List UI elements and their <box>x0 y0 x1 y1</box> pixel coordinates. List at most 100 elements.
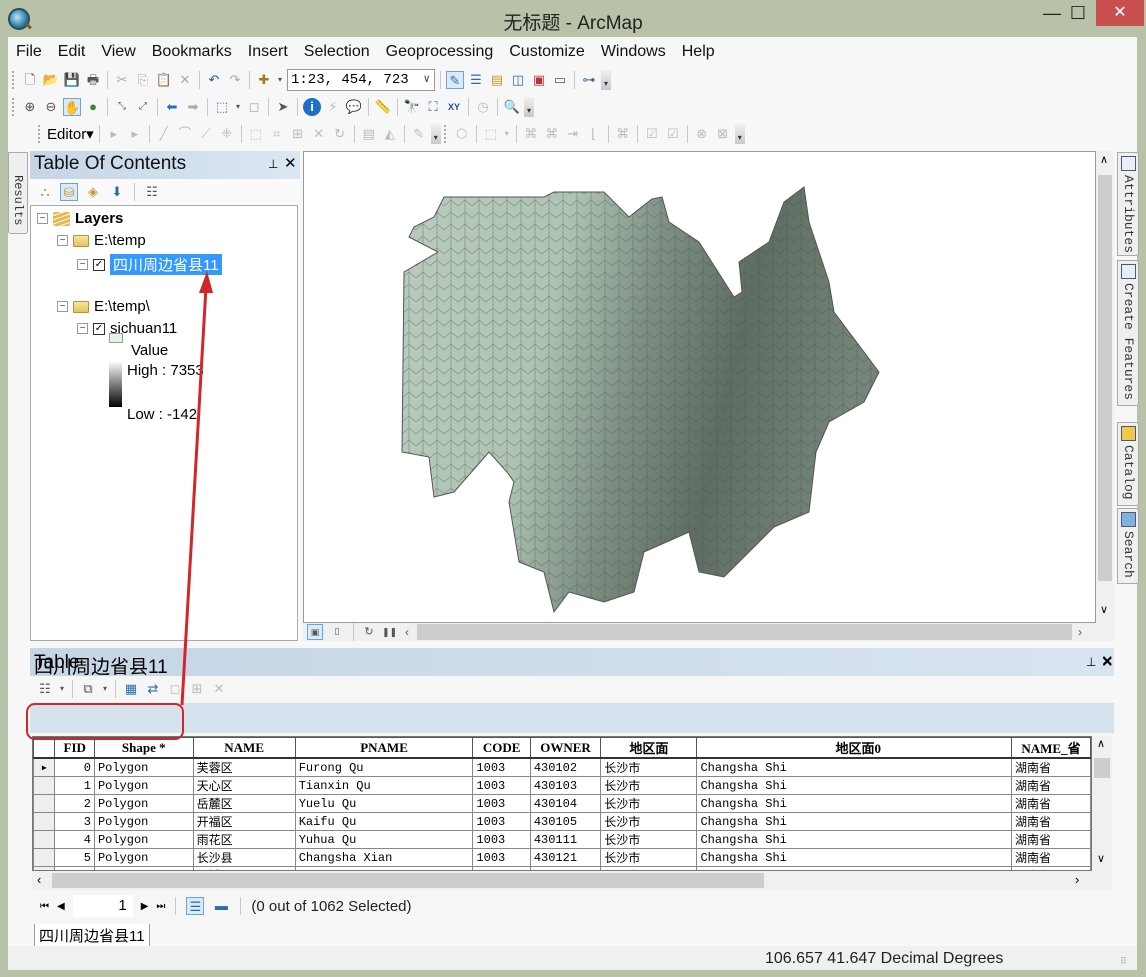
table-cell[interactable]: 雨花区 <box>192 830 296 849</box>
redo-icon[interactable]: ↷ <box>226 71 244 89</box>
table-tab-close-icon[interactable]: ✕ <box>1101 653 1114 671</box>
straight-segment-icon[interactable]: ╱ <box>155 125 173 143</box>
pin-icon[interactable]: ⊥ <box>1086 655 1096 669</box>
column-header[interactable]: Shape * <box>93 737 194 759</box>
row-selector[interactable] <box>33 830 56 849</box>
list-by-visibility-icon[interactable]: ◈ <box>84 183 102 201</box>
table-cell[interactable]: 430103 <box>529 776 602 795</box>
table-cell[interactable]: 长沙市 <box>600 757 698 777</box>
table-cell[interactable]: 430102 <box>529 757 602 777</box>
go-to-xy-icon[interactable]: XY <box>445 98 463 116</box>
menu-selection[interactable]: Selection <box>296 40 378 66</box>
create-features-dock-tab[interactable]: Create Features <box>1117 260 1139 406</box>
scroll-thumb[interactable] <box>52 873 764 888</box>
attributes-icon[interactable]: ▤ <box>360 125 378 143</box>
validate-extent-icon[interactable]: ☑ <box>664 125 682 143</box>
save-icon[interactable]: 💾 <box>63 71 81 89</box>
table-cell[interactable]: 湖南省 <box>1010 848 1091 867</box>
fixed-zoom-in-icon[interactable]: ⤡ <box>113 98 131 116</box>
toc-options-icon[interactable]: ☷ <box>143 183 161 201</box>
attributes-dock-tab[interactable]: Attributes <box>1117 152 1139 256</box>
reshape-icon[interactable]: ⌗ <box>268 125 286 143</box>
table-cell[interactable]: Changsha Shi <box>696 812 1012 831</box>
table-cell[interactable]: Changsha Shi <box>696 830 1012 849</box>
table-cell[interactable]: Changsha Shi <box>696 794 1012 813</box>
rotate-icon[interactable]: ↻ <box>331 125 349 143</box>
row-selector[interactable] <box>33 794 56 813</box>
table-cell[interactable]: Polygon <box>93 812 194 831</box>
row-selector[interactable] <box>33 812 56 831</box>
refresh-icon[interactable]: ↻ <box>362 623 376 641</box>
collapse-icon[interactable]: − <box>77 323 88 334</box>
table-row[interactable]: 5 Polygon 长沙县 Changsha Xian 1003 430121 长沙市 Cha… <box>33 848 1091 867</box>
edit-tool-icon[interactable]: ▸ <box>105 125 123 143</box>
pan-hand-icon[interactable]: ✋ <box>63 98 81 116</box>
tree-node-layer[interactable]: − ✓ sichuan11 <box>77 320 177 337</box>
time-slider-icon[interactable]: ◷ <box>474 98 492 116</box>
html-popup-icon[interactable]: 💬 <box>345 98 363 116</box>
catalog-window-icon[interactable]: ▤ <box>488 71 506 89</box>
table-cell[interactable]: 天心区 <box>192 776 296 795</box>
toolbar-options-icon[interactable]: ▾ <box>601 70 611 90</box>
show-all-records-icon[interactable]: ☰ <box>186 897 205 915</box>
scroll-right-icon[interactable]: › <box>1075 623 1085 641</box>
table-cell[interactable]: 0 <box>54 757 95 777</box>
map-scale-combobox[interactable]: 1:23, 454, 723 ∨ <box>287 69 435 91</box>
table-cell[interactable]: 1 <box>54 776 95 795</box>
end-point-arc-icon[interactable]: ⌒ <box>176 125 194 143</box>
add-data-dropdown-icon[interactable]: ▾ <box>276 71 284 89</box>
python-window-icon[interactable]: ▭ <box>551 71 569 89</box>
next-record-icon[interactable]: ▶ <box>141 901 149 912</box>
table-row[interactable]: 1 Polygon 天心区 Tianxin Qu 1003 430103 长沙市 Changs… <box>33 776 1091 795</box>
zoom-out-icon[interactable]: ⊖ <box>42 98 60 116</box>
table-of-contents-icon[interactable]: ☰ <box>467 71 485 89</box>
edit-vertices-icon[interactable]: ⬚ <box>247 125 265 143</box>
resize-grip-icon[interactable]: ⠿ <box>1120 956 1127 967</box>
table-cell[interactable]: 430104 <box>529 794 602 813</box>
table-cell[interactable]: Changsha Shi <box>696 776 1012 795</box>
scroll-thumb[interactable] <box>1098 175 1112 581</box>
paste-icon[interactable]: 📋 <box>155 71 173 89</box>
table-cell[interactable]: 长沙市 <box>600 848 698 867</box>
split-icon[interactable]: ✕ <box>310 125 328 143</box>
delete-icon[interactable]: ✕ <box>176 71 194 89</box>
table-cell[interactable]: 芙蓉区 <box>192 757 296 777</box>
reshape-edge-icon[interactable]: ⌊ <box>585 125 603 143</box>
chevron-down-icon[interactable]: ∨ <box>423 70 430 90</box>
tree-node-folder[interactable]: − E:\temp\ <box>57 298 150 315</box>
construct-features-icon[interactable]: ⌘ <box>543 125 561 143</box>
trace-icon[interactable]: ⟋ <box>197 125 215 143</box>
scroll-down-icon[interactable]: ∨ <box>1100 603 1108 616</box>
table-cell[interactable]: 1003 <box>472 757 531 777</box>
tree-node-folder[interactable]: − E:\temp <box>57 232 146 249</box>
list-by-selection-icon[interactable]: ⬇ <box>108 183 126 201</box>
back-extent-icon[interactable]: ⬅ <box>163 98 181 116</box>
table-cell[interactable]: 1003 <box>472 812 531 831</box>
pause-drawing-icon[interactable]: ❚❚ <box>382 623 397 641</box>
grid-horizontal-scrollbar[interactable]: ‹ › <box>32 871 1112 890</box>
table-cell[interactable]: 430111 <box>529 830 602 849</box>
column-header[interactable]: NAME <box>192 737 296 759</box>
toolbar-options-icon[interactable]: ▾ <box>430 124 441 144</box>
table-cell[interactable]: Yuhua Qu <box>294 830 474 849</box>
table-cell[interactable]: 4 <box>54 830 95 849</box>
toolbar-grip[interactable] <box>443 125 447 143</box>
table-cell[interactable]: 湖南省 <box>1010 830 1091 849</box>
table-cell[interactable]: 5 <box>54 848 95 867</box>
editor-menu-button[interactable]: Editor▾ <box>47 125 94 143</box>
close-window-button[interactable]: ✕ <box>1096 0 1144 26</box>
search-dock-tab[interactable]: Search <box>1117 508 1139 584</box>
column-header[interactable]: FID <box>54 737 95 759</box>
table-cell[interactable]: 1003 <box>472 848 531 867</box>
table-cell[interactable]: 湖南省 <box>1010 776 1091 795</box>
editor-toolbar-icon[interactable]: ✎ <box>446 71 464 89</box>
table-cell[interactable]: 长沙县 <box>192 848 296 867</box>
row-selector[interactable] <box>33 776 56 795</box>
search-window-icon[interactable]: ◫ <box>509 71 527 89</box>
forward-extent-icon[interactable]: ➡ <box>184 98 202 116</box>
table-row[interactable]: 4 Polygon 雨花区 Yuhua Qu 1003 430111 长沙市 Changsha… <box>33 830 1091 849</box>
table-cell[interactable]: 1003 <box>472 830 531 849</box>
map-view[interactable] <box>303 151 1096 623</box>
scroll-right-icon[interactable]: › <box>1075 872 1079 887</box>
column-header[interactable]: CODE <box>472 737 531 759</box>
